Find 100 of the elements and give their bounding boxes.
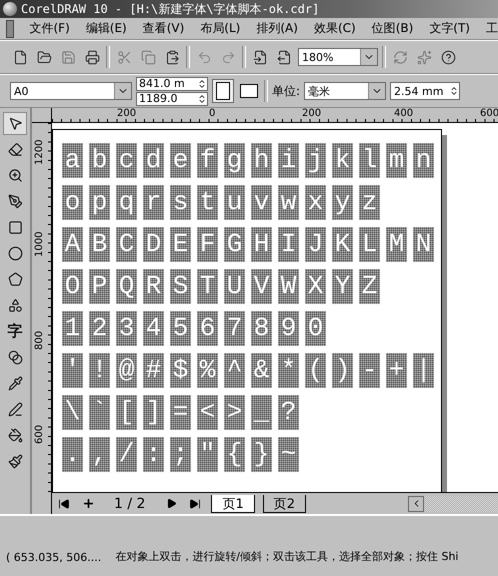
- page-tab[interactable]: 页1: [211, 494, 255, 512]
- glyph-tile: z: [359, 185, 380, 220]
- eyedropper-icon: [8, 376, 22, 391]
- menu-item[interactable]: 编辑(E): [86, 20, 127, 37]
- glyph-tile: T: [197, 269, 218, 304]
- spinner-arrows-icon: [197, 78, 207, 88]
- menu-item[interactable]: 工: [486, 20, 498, 37]
- menu-item[interactable]: 查看(V): [142, 20, 184, 37]
- clipboard-icon: [164, 50, 180, 64]
- menu-item[interactable]: 布局(L): [200, 20, 240, 37]
- glyph-tile: /: [116, 437, 137, 472]
- undo-icon: [196, 50, 212, 64]
- redo-icon: [220, 50, 236, 64]
- glyph-tile: Y: [332, 269, 353, 304]
- glyph-tile: h: [251, 143, 272, 178]
- menu-item[interactable]: 文字(T): [429, 20, 470, 37]
- glyph-tile: 9: [278, 311, 299, 346]
- glyph-tile: a: [62, 143, 83, 178]
- glyph-tile: 4: [143, 311, 164, 346]
- glyph-tile: C: [116, 227, 137, 262]
- window-title: CorelDRAW 10 - [H:\新建字体\字体脚本-ok.cdr]: [21, 0, 320, 18]
- ruler-number: 200: [117, 109, 136, 119]
- glyph-tile: .: [62, 437, 83, 472]
- glyph-tile: c: [116, 143, 137, 178]
- menu-item[interactable]: 排列(A): [256, 20, 298, 37]
- glyph-tile: m: [386, 143, 407, 178]
- pentagon-icon: [8, 272, 22, 287]
- shapes-icon: [8, 298, 22, 313]
- cursor-coordinates: ( 653.035, 506....: [6, 551, 102, 564]
- menu-item[interactable]: 文件(F): [30, 20, 70, 37]
- ruler-origin-corner[interactable]: [32, 108, 52, 123]
- pen-nib-icon: [8, 194, 22, 209]
- glyph-tile: <: [197, 395, 218, 430]
- paint-bucket-icon: [8, 428, 22, 443]
- glyph-tile: U: [224, 269, 245, 304]
- glyph-tile: \: [62, 395, 83, 430]
- glyph-tile: A: [62, 227, 83, 262]
- glyph-tile: #: [143, 353, 164, 388]
- glyph-tile: q: [116, 185, 137, 220]
- glyph-tile: k: [332, 143, 353, 178]
- glyph-tile: O: [62, 269, 83, 304]
- ellipse-icon: [8, 246, 22, 261]
- glyph-tile: i: [278, 143, 299, 178]
- help-icon: [440, 50, 456, 64]
- height-field[interactable]: 1189.0: [136, 92, 208, 106]
- glyph-tile: >: [224, 395, 245, 430]
- glyph-tile: j: [305, 143, 326, 178]
- unit-label: 单位:: [272, 82, 300, 100]
- ruler-number: 1000: [35, 232, 45, 257]
- glyph-tile: d: [143, 143, 164, 178]
- text-tool[interactable]: 字: [3, 320, 27, 343]
- glyph-tile: g: [224, 143, 245, 178]
- portrait-button[interactable]: [212, 79, 234, 103]
- ruler-number: 0: [209, 109, 216, 119]
- pen-icon: [8, 402, 22, 417]
- ruler-number: 200: [302, 109, 322, 119]
- glyph-tile: J: [305, 227, 326, 262]
- unit-select[interactable]: 毫米: [304, 82, 386, 100]
- glyph-tile: {: [224, 437, 245, 472]
- glyph-tile: ): [332, 353, 353, 388]
- glyph-tile: 6: [197, 311, 218, 346]
- status-message: 在对象上双击，进行旋转/倾斜；双击该工具，选择全部对象；按住 Shi: [115, 549, 458, 564]
- nudge-field[interactable]: 2.54 mm: [390, 82, 460, 100]
- paper-size-select[interactable]: A0: [10, 82, 132, 100]
- import-icon: [252, 50, 268, 64]
- glyph-tile: y: [332, 185, 353, 220]
- scissors-icon: [116, 50, 132, 64]
- app-icon: [3, 2, 17, 16]
- glyph-tile: t: [197, 185, 218, 220]
- horizontal-scrollbar[interactable]: [408, 496, 498, 512]
- document-icon[interactable]: [6, 20, 14, 38]
- glyph-tile: W: [278, 269, 299, 304]
- scroll-left-button[interactable]: [408, 496, 424, 512]
- glyph-tile: G: [224, 227, 245, 262]
- menu-item[interactable]: 位图(B): [372, 20, 414, 37]
- page-counter: 1 / 2: [114, 496, 146, 512]
- glyph-tile: Q: [116, 269, 137, 304]
- pointer-tool[interactable]: [3, 112, 27, 135]
- page-tab[interactable]: 页2: [262, 494, 306, 512]
- glyph-tile: 8: [251, 311, 272, 346]
- last-page-icon: [189, 498, 202, 510]
- glyph-tile: D: [143, 227, 164, 262]
- export-icon: [276, 50, 292, 64]
- width-field[interactable]: 841.0 m: [136, 76, 208, 90]
- glyph-tile: %: [197, 353, 218, 388]
- eraser-icon: [8, 142, 22, 157]
- glyph-tile: (: [305, 353, 326, 388]
- glyph-tile: +: [386, 353, 407, 388]
- glyph-tile: |: [413, 353, 434, 388]
- glyph-tile: 7: [224, 311, 245, 346]
- glyph-tile: n: [413, 143, 434, 178]
- glyph-tile: s: [170, 185, 191, 220]
- menu-item[interactable]: 效果(C): [314, 20, 356, 37]
- glyph-tile: b: [89, 143, 110, 178]
- ruler-number: 400: [394, 109, 414, 119]
- glyph-tile: K: [332, 227, 353, 262]
- ruler-number: 800: [35, 330, 45, 350]
- glyph-tile: $: [170, 353, 191, 388]
- zoom-level-select[interactable]: 180%: [298, 48, 378, 66]
- glyph-tile: l: [359, 143, 380, 178]
